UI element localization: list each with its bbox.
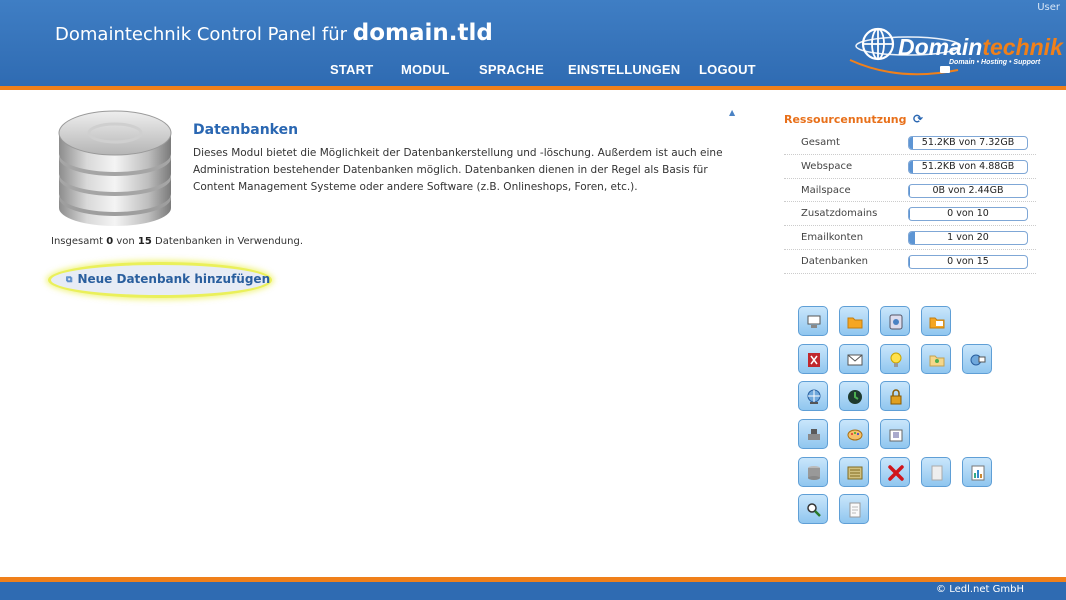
lock-icon[interactable] bbox=[880, 381, 910, 411]
document-icon[interactable] bbox=[921, 457, 951, 487]
usage-used-count: 0 bbox=[106, 236, 114, 247]
brand-logo[interactable]: Domaintechnik Domain • Hosting • Support bbox=[848, 20, 1063, 80]
usage-summary: Insgesamt 0 von 15 Datenbanken in Verwen… bbox=[51, 236, 304, 247]
logo-tagline: Domain • Hosting • Support bbox=[949, 59, 1041, 66]
resource-progress-bar: 51.2KB von 4.88GB bbox=[908, 159, 1028, 174]
search-icon[interactable] bbox=[798, 494, 828, 524]
folder-icon[interactable] bbox=[839, 306, 869, 336]
resource-value: 0 von 15 bbox=[947, 255, 989, 267]
collapse-arrow-icon[interactable]: ▲ bbox=[729, 108, 735, 117]
resource-value: 0 von 10 bbox=[947, 208, 989, 220]
resource-progress-bar: 0 von 10 bbox=[908, 207, 1028, 222]
delete-icon[interactable] bbox=[880, 457, 910, 487]
network-globe-icon[interactable] bbox=[798, 381, 828, 411]
resource-label: Webspace bbox=[801, 160, 853, 172]
firewall-icon[interactable] bbox=[798, 344, 828, 374]
resource-row: Gesamt 51.2KB von 7.32GB bbox=[784, 131, 1036, 155]
app-title-prefix: Domaintechnik Control Panel für bbox=[55, 24, 348, 45]
resource-label: Gesamt bbox=[801, 137, 840, 148]
copyright: © Ledl.net GmbH bbox=[936, 584, 1024, 595]
resource-row: Emailkonten 1 von 20 bbox=[784, 226, 1036, 250]
nav-modul[interactable]: MODUL bbox=[401, 62, 450, 77]
resource-label: Datenbanken bbox=[801, 255, 868, 267]
resource-progress-bar: 51.2KB von 7.32GB bbox=[908, 136, 1028, 150]
resource-label: Mailspace bbox=[801, 184, 851, 196]
image-folder-icon[interactable] bbox=[921, 344, 951, 374]
package-icon[interactable] bbox=[880, 419, 910, 449]
resource-row: Webspace 51.2KB von 4.88GB bbox=[784, 155, 1036, 179]
nav-einstellungen[interactable]: EINSTELLUNGEN bbox=[568, 62, 680, 77]
resource-row: Zusatzdomains 0 von 10 bbox=[784, 202, 1036, 227]
database-illustration-icon bbox=[55, 103, 175, 228]
footer-bar: © Ledl.net GmbH bbox=[0, 582, 1066, 600]
cd-drive-icon[interactable] bbox=[880, 306, 910, 336]
resources-title: Ressourcennutzung bbox=[784, 113, 907, 126]
resource-value: 51.2KB von 4.88GB bbox=[921, 160, 1015, 172]
database-icon[interactable] bbox=[798, 457, 828, 487]
nav-sprache[interactable]: SPRACHE bbox=[479, 62, 544, 77]
header-accent-stripe bbox=[0, 86, 1066, 90]
resource-row: Datenbanken 0 von 15 bbox=[784, 250, 1036, 274]
resource-value: 0B von 2.44GB bbox=[932, 184, 1004, 196]
add-database-button[interactable]: ⧉ Neue Datenbank hinzufügen bbox=[66, 272, 270, 286]
resource-progress-bar: 0 von 15 bbox=[908, 254, 1028, 269]
user-link[interactable]: User bbox=[1037, 2, 1060, 13]
resource-label: Zusatzdomains bbox=[801, 208, 878, 220]
page-icon[interactable] bbox=[839, 494, 869, 524]
module-description: Dieses Modul bietet die Möglichkeit der … bbox=[193, 147, 723, 193]
app-title: Domaintechnik Control Panel für domain.t… bbox=[55, 20, 493, 46]
refresh-icon[interactable]: ⟳ bbox=[913, 112, 923, 126]
nav-logout[interactable]: LOGOUT bbox=[699, 62, 756, 77]
monitor-icon[interactable] bbox=[798, 306, 828, 336]
nav-start[interactable]: START bbox=[330, 62, 373, 77]
resources-table: Gesamt 51.2KB von 7.32GB Webspace 51.2KB vo… bbox=[784, 131, 1036, 274]
usage-total-count: 15 bbox=[137, 236, 152, 247]
app-title-domain: domain.tld bbox=[352, 20, 493, 46]
lightbulb-icon[interactable] bbox=[880, 344, 910, 374]
module-title: Datenbanken bbox=[193, 122, 299, 138]
clock-globe-icon[interactable] bbox=[839, 381, 869, 411]
header-bar: User Domaintechnik Control Panel für dom… bbox=[0, 0, 1066, 86]
resource-value: 51.2KB von 7.32GB bbox=[921, 137, 1015, 148]
resource-label: Emailkonten bbox=[801, 232, 864, 244]
resource-progress-bar: 0B von 2.44GB bbox=[908, 183, 1028, 198]
archive-icon[interactable] bbox=[839, 457, 869, 487]
logo-wordmark: Domaintechnik bbox=[898, 34, 1063, 60]
new-window-icon: ⧉ bbox=[66, 275, 73, 285]
statistics-icon[interactable] bbox=[962, 457, 992, 487]
mail-folder-icon[interactable] bbox=[921, 306, 951, 336]
stamp-icon[interactable] bbox=[798, 419, 828, 449]
palette-icon[interactable] bbox=[839, 419, 869, 449]
mail-icon[interactable] bbox=[839, 344, 869, 374]
resource-row: Mailspace 0B von 2.44GB bbox=[784, 179, 1036, 203]
resource-value: 1 von 20 bbox=[947, 232, 989, 244]
globe-link-icon[interactable] bbox=[962, 344, 992, 374]
resource-progress-bar: 1 von 20 bbox=[908, 231, 1028, 246]
